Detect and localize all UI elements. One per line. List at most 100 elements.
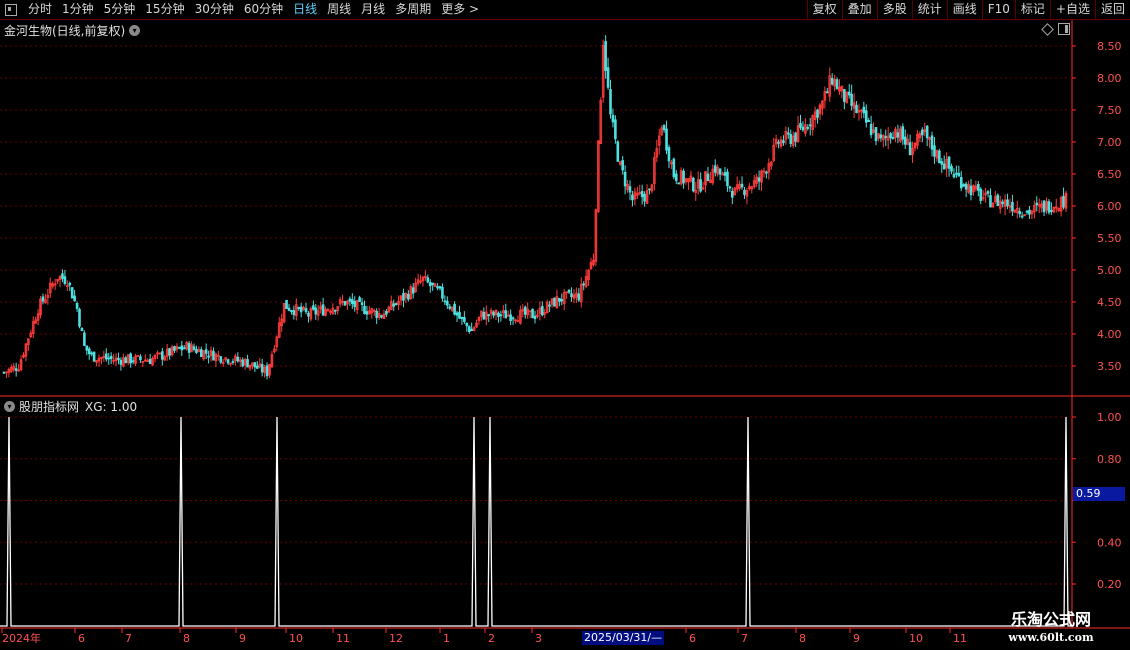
candle-body: [85, 345, 89, 351]
candle-body: [1062, 195, 1065, 208]
candle-body: [706, 173, 710, 182]
watermark-name: 乐淘公式网: [1010, 610, 1091, 629]
candle-body: [789, 134, 793, 144]
candle-body: [402, 292, 405, 301]
candle-body: [1020, 215, 1024, 218]
x-tick-label: 9: [239, 632, 246, 645]
candle-body: [360, 302, 364, 305]
candle-body: [436, 286, 439, 289]
candle-body: [343, 300, 347, 306]
x-tick-label: 1: [443, 632, 450, 645]
indicator-tick-label: 0.40: [1097, 536, 1122, 549]
candle-body: [908, 142, 912, 156]
candle-body: [1018, 211, 1022, 215]
candle-body: [358, 297, 361, 302]
candle-body: [718, 168, 722, 175]
y-tick-label: 6.00: [1097, 200, 1122, 213]
candle-body: [643, 193, 646, 202]
main-chart-title: 金河生物(日线,前复权) ▾: [4, 22, 141, 39]
candle-body: [446, 300, 449, 306]
candle-body: [553, 297, 556, 307]
candle-body: [623, 171, 627, 187]
x-tick-label: 10: [289, 632, 303, 645]
candle-body: [855, 104, 858, 114]
candle-body: [1028, 209, 1031, 215]
candle-body: [869, 123, 873, 136]
candle-body: [365, 311, 369, 315]
y-tick-label: 8.00: [1097, 72, 1122, 85]
candle-body: [672, 158, 676, 178]
stock-chart[interactable]: 8.50 8.00 7.50 7.00 6.50 6.00 5.50 5.00 4.50 4.00…: [0, 0, 1130, 650]
x-tick-label: 2024年: [2, 631, 41, 645]
indicator-name: 股朋指标网: [19, 400, 80, 414]
candle-body: [63, 276, 67, 284]
candle-body: [962, 184, 965, 187]
candle-body: [511, 317, 515, 320]
candle-body: [83, 332, 86, 346]
candle-body: [1047, 201, 1051, 213]
candle-body: [497, 312, 500, 317]
candle-body: [285, 299, 288, 310]
candle-body: [850, 93, 853, 106]
y-tick-label: 4.50: [1097, 296, 1122, 309]
x-tick-label: 9: [853, 632, 860, 645]
candle-body: [363, 305, 366, 315]
candle-body: [348, 298, 352, 302]
candle-body: [933, 145, 936, 157]
candle-body: [614, 119, 617, 140]
chevron-down-icon[interactable]: ▾: [129, 25, 141, 36]
candle-body: [182, 347, 186, 350]
candle-body: [195, 348, 198, 353]
candle-body: [977, 183, 980, 191]
candle-body: [806, 127, 810, 129]
candle-body: [648, 188, 651, 191]
candle-body: [541, 306, 544, 316]
candle-body: [173, 346, 176, 351]
candle-body: [884, 136, 888, 139]
candle-body: [428, 282, 432, 287]
candle-body: [139, 356, 142, 361]
candle-body: [441, 286, 444, 299]
candle-body: [682, 170, 685, 184]
candle-body: [180, 345, 184, 351]
candle-body: [777, 141, 780, 144]
stock-title: 金河生物(日线,前复权): [4, 24, 126, 38]
candle-body: [740, 183, 744, 188]
candle-body: [14, 368, 18, 371]
candle-body: [621, 160, 624, 171]
candle-body: [458, 311, 461, 319]
candle-body: [219, 356, 223, 363]
candle-body: [889, 133, 892, 139]
chevron-down-icon[interactable]: ▾: [4, 401, 15, 412]
panel-toggle-icon[interactable]: [1058, 23, 1070, 35]
candle-body: [964, 183, 968, 190]
candle-body: [989, 195, 992, 208]
candle-body: [260, 364, 264, 373]
candle-body: [616, 141, 620, 162]
candle-body: [1025, 210, 1029, 213]
watermark-url: www.60lt.com: [1008, 631, 1094, 644]
candle-body: [407, 293, 410, 300]
candle-body: [124, 357, 128, 364]
y-tick-label: 7.00: [1097, 136, 1122, 149]
candle-body: [265, 365, 269, 377]
candle-body: [947, 156, 951, 169]
candle-body: [667, 147, 671, 162]
candle-body: [411, 287, 415, 294]
candle-body: [765, 171, 768, 174]
diamond-icon[interactable]: [1041, 23, 1054, 36]
candle-body: [117, 357, 120, 360]
candle-body: [109, 355, 113, 360]
candle-body: [107, 357, 111, 360]
candle-body: [168, 348, 171, 356]
candle-body: [577, 293, 581, 301]
candle-body: [351, 299, 354, 305]
candle-body: [392, 303, 396, 307]
candle-body: [959, 177, 963, 189]
candle-body: [287, 307, 291, 311]
candle-body: [665, 128, 668, 151]
candle-body: [385, 311, 388, 315]
candle-body: [891, 137, 895, 140]
candle-body: [426, 277, 430, 283]
candle-body: [394, 303, 398, 306]
